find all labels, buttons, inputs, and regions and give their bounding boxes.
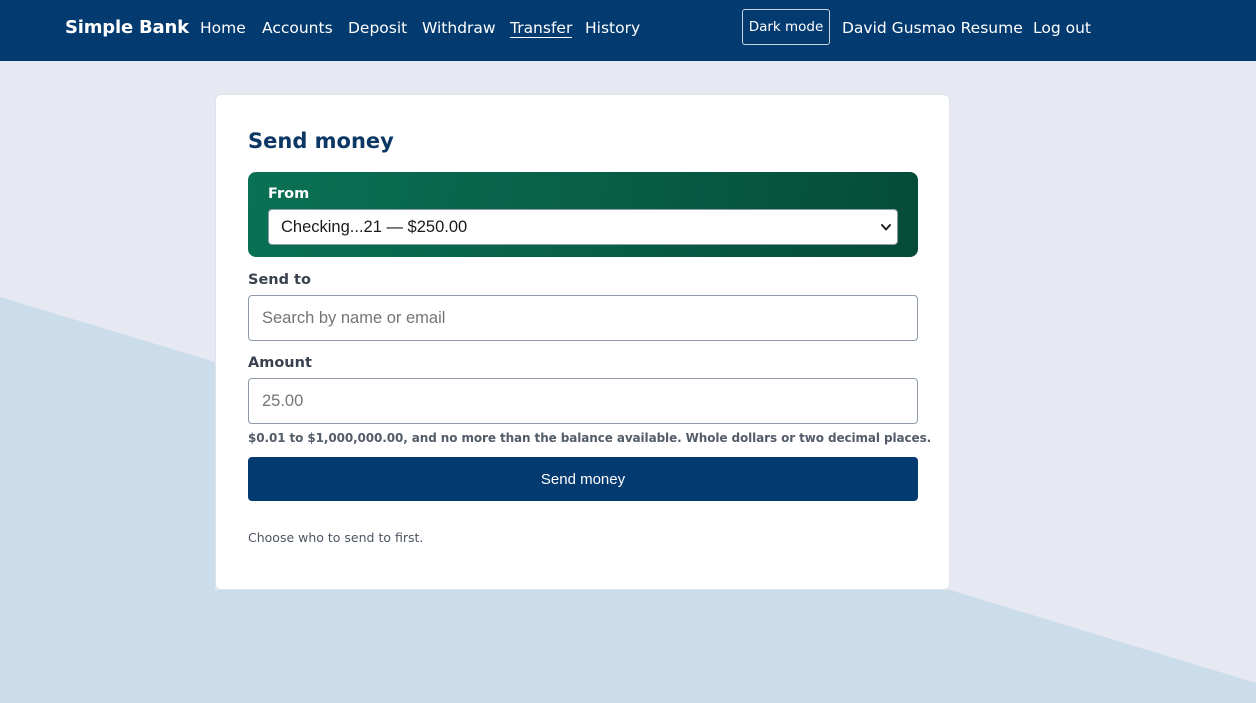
from-account-value: Checking...21 — $250.00 — [281, 217, 468, 236]
nav-logout[interactable]: Log out — [1033, 19, 1091, 37]
status-message: Choose who to send to first. — [248, 530, 424, 545]
nav-home[interactable]: Home — [200, 19, 246, 37]
nav-accounts[interactable]: Accounts — [262, 19, 333, 37]
nav-transfer[interactable]: Transfer — [510, 19, 573, 38]
from-account-select[interactable]: Checking...21 — $250.00 — [268, 209, 898, 245]
nav-history[interactable]: History — [585, 19, 640, 37]
amount-placeholder: 25.00 — [262, 391, 304, 410]
amount-hint: $0.01 to $1,000,000.00, and no more than… — [248, 431, 932, 445]
send-to-placeholder: Search by name or email — [262, 308, 446, 327]
amount-label: Amount — [248, 355, 312, 371]
from-account-panel: From Checking...21 — $250.00 — [248, 172, 918, 257]
send-to-input[interactable]: Search by name or email — [248, 295, 918, 341]
nav-resume[interactable]: David Gusmao Resume — [842, 19, 1023, 37]
nav-deposit[interactable]: Deposit — [348, 19, 407, 37]
chevron-down-icon — [881, 224, 891, 231]
brand-logo[interactable]: Simple Bank — [65, 17, 189, 38]
from-label: From — [268, 186, 310, 202]
amount-input[interactable]: 25.00 — [248, 378, 918, 424]
send-money-button[interactable]: Send money — [248, 457, 918, 501]
top-navbar: Simple Bank Home Accounts Deposit Withdr… — [0, 0, 1256, 61]
nav-withdraw[interactable]: Withdraw — [422, 19, 496, 37]
dark-mode-button[interactable]: Dark mode — [742, 9, 830, 45]
send-to-label: Send to — [248, 272, 311, 288]
page-title: Send money — [248, 129, 394, 153]
send-money-card: Send money From Checking...21 — $250.00 … — [215, 94, 950, 590]
